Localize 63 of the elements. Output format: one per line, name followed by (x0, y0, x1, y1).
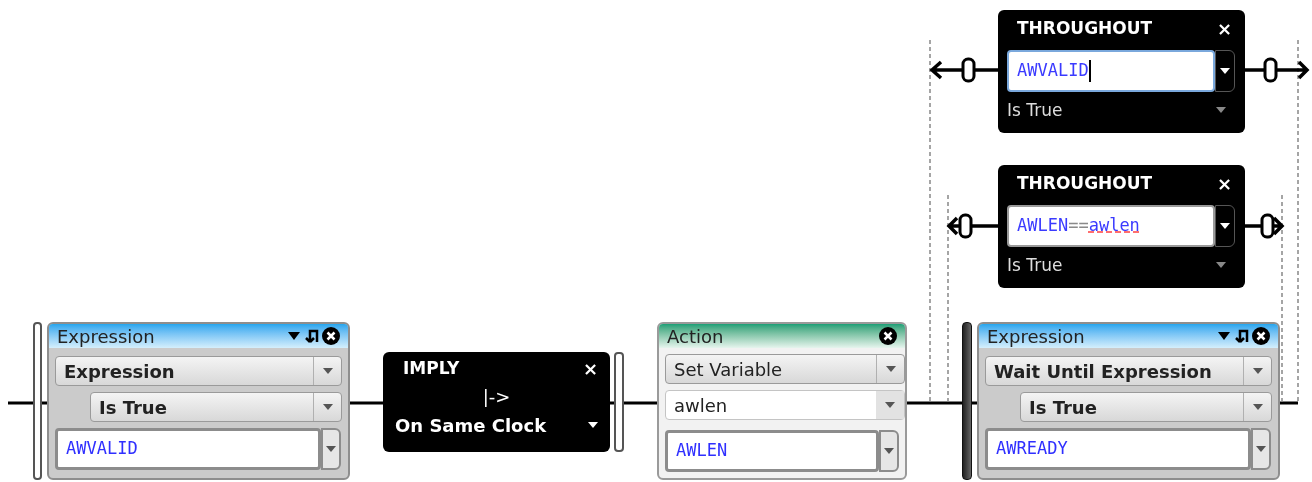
caret-icon (326, 446, 336, 452)
close-icon[interactable] (322, 327, 340, 345)
arrow-connector[interactable] (1243, 57, 1310, 83)
caret-icon (884, 448, 895, 454)
caret-icon (1252, 404, 1263, 410)
caret-icon (1220, 67, 1230, 74)
dropdown-button[interactable] (1215, 49, 1235, 92)
condition-dropdown[interactable]: Is True (1007, 252, 1236, 278)
imply-block[interactable]: IMPLY × |-> On Same Clock (383, 352, 610, 452)
dropdown[interactable]: Set Variable (665, 354, 905, 384)
arrow-connector[interactable] (929, 57, 1000, 83)
caret-icon (322, 404, 333, 410)
block-title: Action (667, 324, 724, 349)
action-block[interactable]: Action Set Variable awlen AWLEN (657, 322, 907, 480)
throughout-block[interactable]: THROUGHOUT × AWVALID Is True (998, 10, 1245, 133)
arrow-connector[interactable] (1243, 213, 1285, 239)
return-arrow-icon[interactable] (1233, 328, 1249, 344)
dropdown[interactable]: Expression (55, 356, 342, 386)
caret-icon (322, 368, 333, 374)
dropdown[interactable]: Wait Until Expression (985, 356, 1272, 386)
dropdown[interactable]: Is True (1020, 392, 1272, 422)
operator-label: |-> (482, 384, 511, 409)
caret-icon (1216, 262, 1226, 269)
close-button[interactable]: × (582, 359, 598, 378)
block-title: THROUGHOUT (1016, 17, 1153, 40)
input-field[interactable]: AWVALID (1007, 49, 1215, 92)
close-button[interactable]: × (1216, 174, 1236, 193)
caret-icon (1216, 107, 1226, 114)
dropdown[interactable]: Is True (90, 392, 342, 422)
input-field[interactable]: AWLEN (665, 430, 880, 472)
dropdown-button[interactable] (879, 430, 899, 472)
sequence-bar[interactable] (614, 352, 624, 452)
caret-icon (1252, 368, 1263, 374)
caret-icon (1220, 222, 1230, 229)
block-title: Expression (57, 324, 155, 349)
close-icon[interactable] (1252, 327, 1270, 345)
arrow-connector[interactable] (946, 213, 1000, 239)
caret-icon (885, 366, 896, 372)
block-title: Expression (987, 324, 1085, 349)
caret-icon (588, 422, 598, 428)
caret-icon (885, 402, 895, 408)
clock-dropdown[interactable]: On Same Clock (395, 411, 598, 439)
block-title: THROUGHOUT (1016, 172, 1153, 195)
input-field[interactable]: AWVALID (55, 428, 321, 470)
expression-block[interactable]: Expression Expression Is True AWVALID (47, 322, 350, 480)
close-button[interactable]: × (1216, 19, 1236, 38)
dropdown-button[interactable] (321, 428, 341, 470)
input-field[interactable]: AWLEN==awlen (1007, 204, 1215, 247)
dropdown-button[interactable] (1215, 204, 1235, 247)
sequence-bar[interactable] (962, 322, 972, 480)
expression-block[interactable]: Expression Wait Until Expression Is True AWREADY (977, 322, 1280, 480)
caret-icon (1256, 446, 1266, 452)
sequence-bar[interactable] (33, 322, 42, 480)
input-field[interactable]: AWREADY (985, 428, 1251, 470)
block-title: IMPLY (402, 357, 460, 380)
dropdown[interactable]: awlen (665, 390, 905, 420)
return-arrow-icon[interactable] (303, 328, 319, 344)
dropdown-button[interactable] (1251, 428, 1271, 470)
close-icon[interactable] (879, 327, 897, 345)
condition-dropdown[interactable]: Is True (1007, 97, 1236, 123)
caret-icon[interactable] (288, 332, 300, 340)
throughout-block[interactable]: THROUGHOUT × AWLEN==awlen Is True (998, 165, 1245, 288)
caret-icon[interactable] (1218, 332, 1230, 340)
